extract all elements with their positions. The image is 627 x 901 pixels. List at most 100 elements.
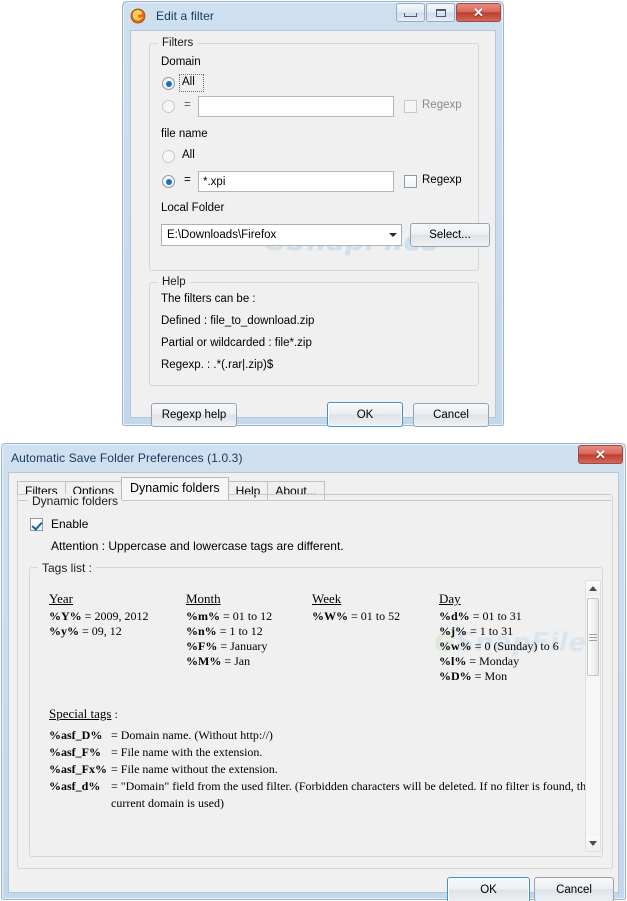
special-tag-value: = Domain name. (Without http://)	[111, 728, 273, 742]
tab-label: Dynamic folders	[130, 481, 220, 495]
ok-button-2[interactable]: OK	[447, 877, 530, 901]
tag-column-head: Day	[439, 591, 461, 606]
tag-row: %D% = Mon	[439, 669, 559, 684]
tag-row: %m% = 01 to 12	[186, 609, 272, 624]
arrow-up-icon	[589, 586, 597, 591]
special-tag-value: current domain is used)	[111, 796, 224, 810]
select-folder-button[interactable]: Select...	[410, 223, 490, 247]
filename-regexp-checkbox[interactable]	[404, 175, 417, 188]
screenshot-root: Edit a filter ✕ GSnapFiles Filt	[0, 0, 627, 901]
local-folder-value: E:\Downloads\Firefox	[167, 229, 277, 241]
close-icon: ✕	[473, 5, 484, 20]
tags-list-content: GSnapFiles Year %Y% = 2009, 2012 %y% = 0…	[31, 580, 586, 852]
cancel-button-2[interactable]: Cancel	[534, 877, 614, 901]
tag-column-head: Week	[312, 591, 342, 606]
help-line-3: Partial or wildcarded : file*.zip	[161, 337, 312, 349]
caption-buttons-2: ✕	[577, 445, 623, 464]
maximize-button[interactable]	[426, 3, 455, 22]
domain-all-label: All	[182, 76, 195, 88]
close-button[interactable]: ✕	[456, 3, 501, 22]
help-line-4: Regexp. : .*(.rar|.zip)$	[161, 359, 274, 371]
special-tag-row: %asf_Fx% = File name without the extensio…	[49, 761, 586, 778]
filename-equals-label: =	[184, 174, 191, 186]
help-group-title: Help	[158, 276, 190, 288]
filename-all-radio[interactable]	[162, 150, 175, 163]
local-folder-combobox[interactable]: E:\Downloads\Firefox	[161, 224, 402, 246]
caption-buttons: ✕	[395, 3, 501, 22]
tag-value: = 01 to 31	[472, 609, 522, 623]
tag-value: = Monday	[469, 654, 520, 668]
help-groupbox: Help The filters can be : Defined : file…	[149, 276, 479, 386]
tag-value: = 01 to 12	[223, 609, 273, 623]
tag-key: %j%	[439, 624, 467, 638]
special-tag-row: %asf_F% = File name with the extension.	[49, 744, 586, 761]
minimize-icon	[404, 12, 417, 17]
dynamic-folders-groupbox: Dynamic folders Enable Attention : Upper…	[17, 494, 613, 869]
minimize-button[interactable]	[396, 3, 425, 22]
enable-label: Enable	[51, 517, 89, 531]
domain-label: Domain	[161, 56, 201, 68]
tag-value: = January	[220, 639, 268, 653]
tag-column-year: Year %Y% = 2009, 2012 %y% = 09, 12	[49, 591, 148, 639]
tag-key: %m%	[186, 609, 220, 623]
tag-row: %j% = 1 to 31	[439, 624, 559, 639]
enable-checkbox[interactable]	[30, 518, 43, 531]
special-tag-key: %asf_D%	[49, 728, 103, 742]
tag-key: %F%	[186, 639, 218, 653]
tag-column-head: Month	[186, 591, 221, 606]
firefox-icon	[130, 8, 146, 24]
attention-text: Attention : Uppercase and lowercase tags…	[51, 539, 344, 553]
filters-group-title: Filters	[158, 37, 198, 49]
scroll-down-button[interactable]	[586, 836, 600, 851]
tag-key: %w%	[439, 639, 472, 653]
help-line-1: The filters can be :	[161, 293, 256, 305]
tag-key: %W%	[312, 609, 348, 623]
tag-value: = 0 (Sunday) to 6	[474, 639, 559, 653]
special-tags-title-suffix: :	[111, 707, 118, 721]
tag-key: %M%	[186, 654, 222, 668]
maximize-icon	[435, 8, 446, 17]
tag-row: %W% = 01 to 52	[312, 609, 400, 624]
tag-value: = 1 to 12	[219, 624, 263, 638]
tag-row: %w% = 0 (Sunday) to 6	[439, 639, 559, 654]
tab-dynamic-folders[interactable]: Dynamic folders	[121, 477, 229, 500]
special-tag-key: %asf_Fx%	[49, 762, 107, 776]
dialog2-client: Filters Options Dynamic folders Help Abo…	[8, 472, 619, 901]
titlebar[interactable]: Edit a filter ✕	[122, 1, 504, 30]
local-folder-label: Local Folder	[161, 202, 225, 214]
scroll-up-button[interactable]	[586, 581, 600, 596]
chevron-down-icon[interactable]	[384, 225, 401, 245]
regexp-help-button[interactable]: Regexp help	[151, 403, 237, 427]
tag-key: %n%	[186, 624, 217, 638]
scrollbar-thumb[interactable]	[587, 598, 599, 676]
tags-list-title: Tags list :	[38, 561, 97, 575]
ok-button[interactable]: OK	[327, 402, 403, 427]
special-tag-row: current domain is used)	[49, 795, 586, 812]
titlebar-2[interactable]: Automatic Save Folder Preferences (1.0.3…	[1, 443, 626, 472]
special-tag-value: = File name without the extension.	[111, 762, 278, 776]
file-name-label: file name	[161, 128, 208, 140]
window-title: Edit a filter	[156, 8, 214, 23]
preferences-window: Automatic Save Folder Preferences (1.0.3…	[1, 443, 626, 901]
tags-list-scrollbar[interactable]	[585, 580, 601, 852]
tag-key: %Y%	[49, 609, 82, 623]
filename-equals-radio[interactable]	[162, 175, 175, 188]
close-button-2[interactable]: ✕	[578, 445, 623, 464]
tag-row: %n% = 1 to 12	[186, 624, 272, 639]
cancel-button[interactable]: Cancel	[413, 403, 489, 427]
special-tag-value: = File name with the extension.	[111, 745, 263, 759]
dialog1-client: GSnapFiles Filters Domain All = Regexp f…	[130, 30, 496, 427]
close-icon: ✕	[595, 447, 606, 462]
tag-column-day: Day %d% = 01 to 31 %j% = 1 to 31 %w% = 0…	[439, 591, 559, 684]
tag-row: %Y% = 2009, 2012	[49, 609, 148, 624]
filename-value-input[interactable]: *.xpi	[198, 171, 394, 192]
tag-value: = 01 to 52	[351, 609, 401, 623]
special-tag-value: = "Domain" field from the used filter. (…	[111, 779, 586, 793]
tag-key: %d%	[439, 609, 470, 623]
domain-regexp-checkbox[interactable]	[404, 100, 417, 113]
domain-value-input[interactable]	[198, 96, 394, 117]
special-tag-key: %asf_F%	[49, 745, 101, 759]
domain-equals-radio[interactable]	[162, 100, 175, 113]
tags-list-groupbox: Tags list : GSnapFiles Year %Y% = 2009, …	[29, 561, 603, 857]
domain-all-radio[interactable]	[162, 77, 175, 90]
